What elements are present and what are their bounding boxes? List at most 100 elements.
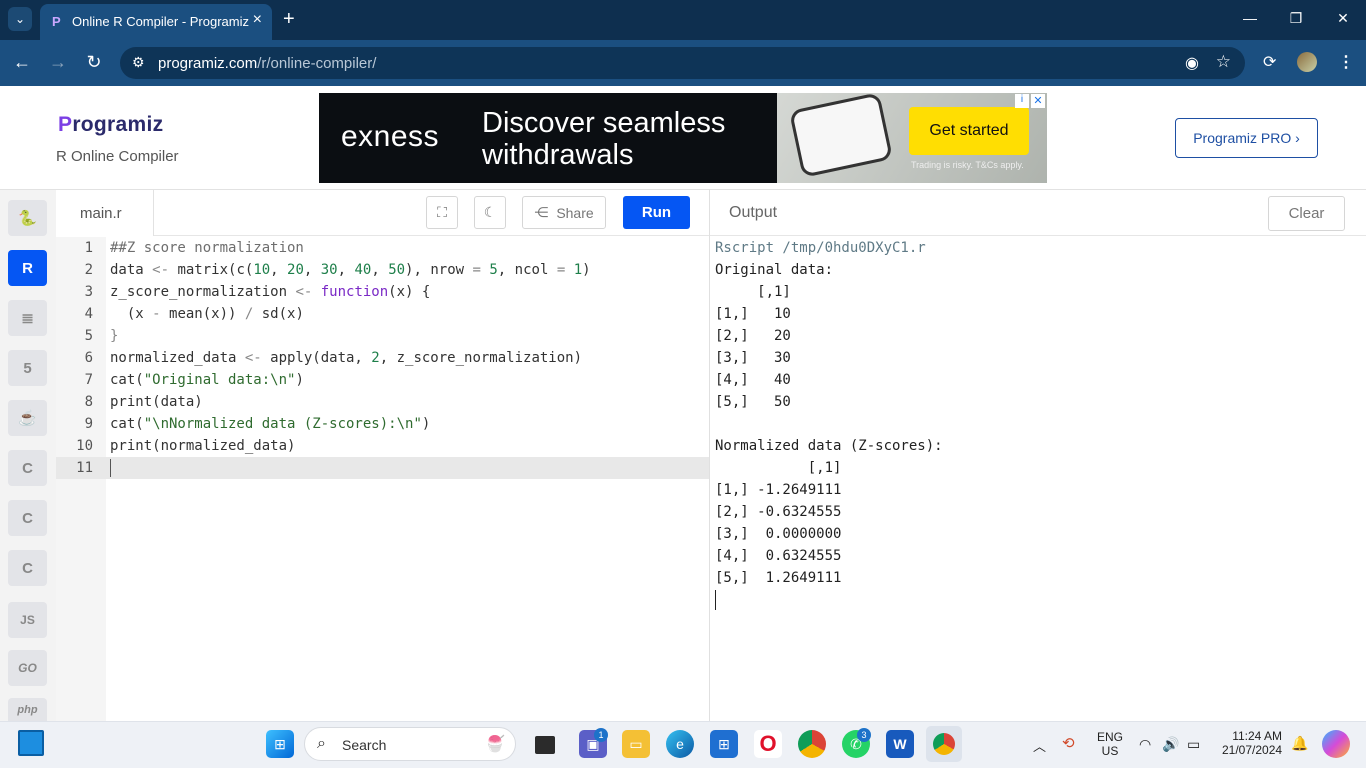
output-line: [3,] 0.0000000 [715, 526, 842, 542]
forward-button[interactable]: → [48, 52, 68, 73]
java-icon[interactable]: ☕ [8, 400, 47, 436]
php-icon[interactable]: php [8, 698, 47, 722]
output-caret [715, 590, 716, 610]
language-indicator[interactable]: ENG US [1097, 730, 1123, 758]
volume-icon[interactable]: 🔊 [1162, 736, 1179, 753]
language-sidebar: 🐍 R ≣ 5 ☕ C C C JS GO php [0, 189, 56, 722]
chrome-icon[interactable] [798, 730, 826, 758]
file-tab[interactable]: main.r [56, 190, 154, 236]
reload-button[interactable]: ↻ [84, 52, 104, 73]
page-subtitle: R Online Compiler [56, 148, 179, 165]
ad-brand: exness [341, 120, 440, 153]
code-line: 5} [84, 328, 119, 344]
output-line: Normalized data (Z-scores): [715, 438, 943, 454]
editor-header [56, 189, 710, 236]
url-path: /r/online-compiler/ [257, 55, 377, 72]
minimize-button[interactable]: — [1240, 10, 1260, 26]
code-line: 9 cat("\nNormalized data (Z-scores):\n") [84, 416, 431, 432]
start-windows-icon[interactable]: ⊞ [266, 730, 294, 758]
csharp-icon[interactable]: C [8, 550, 47, 586]
ad-disclaimer: Trading is risky. T&Cs apply. [911, 160, 1024, 170]
bookmark-star-icon[interactable]: ☆ [1216, 52, 1231, 72]
ad-close-icon[interactable]: ✕ [1031, 94, 1045, 108]
opera-icon[interactable]: O [754, 730, 782, 758]
go-icon[interactable]: GO [8, 650, 47, 686]
programiz-favicon-icon: P [52, 14, 61, 29]
word-icon[interactable]: W [886, 730, 914, 758]
update-icon[interactable]: ⟲ [1062, 734, 1075, 752]
code-line: 2 data <- matrix(c(10, 20, 30, 40, 50), n… [84, 262, 591, 278]
ad-headline: Discover seamless withdrawals [482, 107, 726, 171]
r-icon[interactable]: R [8, 250, 47, 286]
code-line: 6 normalized_data <- apply(data, 2, z_sco… [84, 350, 583, 366]
restore-button[interactable]: ❐ [1286, 10, 1306, 27]
share-icon: ⋲ [534, 204, 549, 220]
browser-tab[interactable]: P Online R Compiler - Programiz × [40, 4, 272, 40]
eye-off-icon[interactable]: ◉ [1185, 53, 1199, 73]
chrome-active-icon[interactable] [926, 726, 962, 762]
code-line: 1 ##Z score normalization [84, 240, 304, 256]
close-window-button[interactable]: ✕ [1333, 10, 1353, 27]
address-bar[interactable]: ⚙ programiz.com/r/online-compiler/ ◉ ☆ [120, 47, 1245, 79]
output-line: [4,] 0.6324555 [715, 548, 842, 564]
new-tab-button[interactable]: + [283, 8, 295, 31]
clock[interactable]: 11:24 AM 21/07/2024 [1222, 729, 1282, 757]
battery-icon[interactable]: ▭ [1187, 736, 1200, 753]
code-line: 3 z_score_normalization <- function(x) { [84, 284, 431, 300]
url-host: programiz.com [158, 55, 258, 72]
ad-cta-button[interactable]: Get started [909, 107, 1029, 155]
output-console[interactable]: Rscript /tmp/0hdu0DXyC1.r Original data:… [715, 237, 1360, 717]
c-icon[interactable]: C [8, 450, 47, 486]
edge-icon[interactable]: e [666, 730, 694, 758]
copilot-icon[interactable] [1322, 730, 1350, 758]
microsoft-store-icon[interactable]: ⊞ [710, 730, 738, 758]
python-icon[interactable]: 🐍 [8, 200, 47, 236]
task-view-icon[interactable] [535, 736, 555, 754]
sql-icon[interactable]: ≣ [8, 300, 47, 336]
html5-icon[interactable]: 5 [8, 350, 47, 386]
run-button[interactable]: Run [623, 196, 690, 229]
taskbar-search[interactable]: ⌕ Search 🍧 [304, 727, 516, 761]
output-line: [4,] 40 [715, 372, 791, 388]
browser-menu-icon[interactable]: ⋮ [1338, 52, 1354, 72]
output-line: [,1] [715, 284, 791, 300]
close-tab-icon[interactable]: × [253, 11, 262, 29]
code-line: 4 (x - mean(x)) / sd(x) [84, 306, 304, 322]
cpp-icon[interactable]: C [8, 500, 47, 536]
widgets-icon[interactable] [18, 730, 44, 756]
advertisement-banner[interactable]: exness Discover seamless withdrawals Get … [319, 93, 1047, 183]
tab-search-button[interactable]: ⌄ [8, 7, 32, 31]
output-line: Original data: [715, 262, 834, 278]
pane-divider[interactable] [709, 189, 710, 721]
file-explorer-icon[interactable]: ▭ [622, 730, 650, 758]
wifi-icon[interactable]: ◠ [1139, 736, 1151, 753]
search-highlight-icon: 🍧 [485, 736, 505, 753]
dark-mode-icon[interactable]: ☾ [474, 196, 506, 229]
code-line-current: 11 [56, 457, 710, 479]
tray-overflow-icon[interactable]: ︿ [1033, 736, 1046, 755]
share-button[interactable]: ⋲ Share [522, 196, 606, 229]
js-icon[interactable]: JS [8, 602, 47, 638]
back-button[interactable]: ← [12, 52, 32, 73]
output-line: [5,] 1.2649111 [715, 570, 842, 586]
code-line: 8 print(data) [84, 394, 203, 410]
fullscreen-icon[interactable]: ⛶ [426, 196, 458, 229]
programiz-logo[interactable]: Programiz [58, 113, 163, 137]
tab-title: Online R Compiler - Programiz [72, 14, 249, 29]
search-icon: ⌕ [317, 735, 326, 752]
editor-caret [110, 459, 111, 477]
output-line: Rscript /tmp/0hdu0DXyC1.r [715, 240, 926, 256]
chat-badge: 1 [594, 728, 608, 742]
notification-bell-icon[interactable]: 🔔 [1291, 735, 1308, 752]
programiz-pro-button[interactable]: Programiz PRO › [1175, 118, 1318, 158]
output-line: [5,] 50 [715, 394, 791, 410]
site-info-icon[interactable]: ⚙ [132, 54, 145, 71]
clear-button[interactable]: Clear [1268, 196, 1345, 231]
code-line: 10 print(normalized_data) [76, 438, 296, 454]
code-line: 7 cat("Original data:\n") [84, 372, 304, 388]
ad-info-icon[interactable]: i [1015, 94, 1029, 108]
extensions-icon[interactable]: ⟳ [1263, 52, 1276, 72]
code-editor[interactable]: 1 ##Z score normalization 2 data <- matrix… [56, 237, 710, 721]
profile-avatar[interactable] [1297, 52, 1317, 72]
